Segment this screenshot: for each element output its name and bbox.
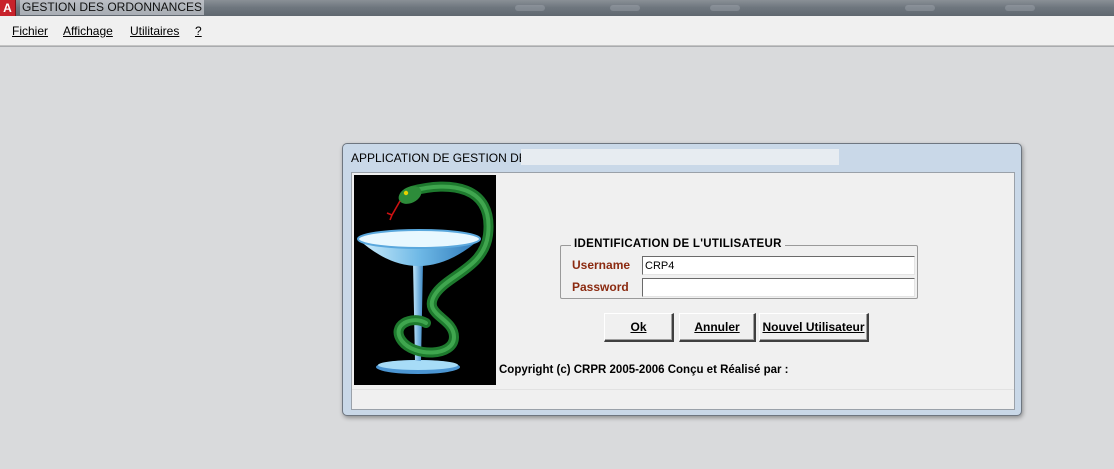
title-bar-decoration <box>1005 5 1035 11</box>
user-identification-group: IDENTIFICATION DE L'UTILISATEUR Username… <box>560 238 918 299</box>
username-input[interactable] <box>642 256 915 275</box>
dialog-content: IDENTIFICATION DE L'UTILISATEUR Username… <box>351 172 1015 410</box>
dialog-title: APPLICATION DE GESTION DES <box>351 151 535 165</box>
menu-fichier[interactable]: Fichier <box>12 24 48 38</box>
access-app-icon[interactable]: A <box>0 0 16 16</box>
group-title: IDENTIFICATION DE L'UTILISATEUR <box>571 238 785 250</box>
new-user-button[interactable]: Nouvel Utilisateur <box>759 313 869 342</box>
cancel-button[interactable]: Annuler <box>679 313 756 342</box>
ok-button-label: Ok <box>630 320 647 334</box>
login-dialog: APPLICATION DE GESTION DES IDENTIFICATIO… <box>342 143 1022 416</box>
menu-help[interactable]: ? <box>195 24 202 38</box>
copyright-text: Copyright (c) CRPR 2005-2006 Conçu et Ré… <box>499 364 789 376</box>
title-bar-decoration <box>710 5 740 11</box>
username-label: Username <box>572 258 631 272</box>
cancel-button-label: Annuler <box>694 320 740 334</box>
title-bar: A GESTION DES ORDONNANCES <box>0 0 1114 16</box>
menu-affichage[interactable]: Affichage <box>63 24 113 38</box>
title-bar-decoration <box>515 5 545 11</box>
pharmacy-bowl-of-hygieia-icon <box>357 181 494 374</box>
title-bar-decoration <box>610 5 640 11</box>
menu-bar: Fichier Affichage Utilitaires ? <box>0 16 1114 46</box>
ok-button[interactable]: Ok <box>604 313 674 342</box>
pharmacy-logo <box>354 175 496 385</box>
password-input[interactable] <box>642 278 915 297</box>
dialog-title-blank <box>521 149 839 165</box>
new-user-button-label: Nouvel Utilisateur <box>762 320 865 334</box>
title-bar-decoration <box>905 5 935 11</box>
menu-utilitaires[interactable]: Utilitaires <box>130 24 179 38</box>
password-label: Password <box>572 280 629 294</box>
dialog-footer <box>352 389 1014 409</box>
window-title: GESTION DES ORDONNANCES <box>20 0 205 15</box>
